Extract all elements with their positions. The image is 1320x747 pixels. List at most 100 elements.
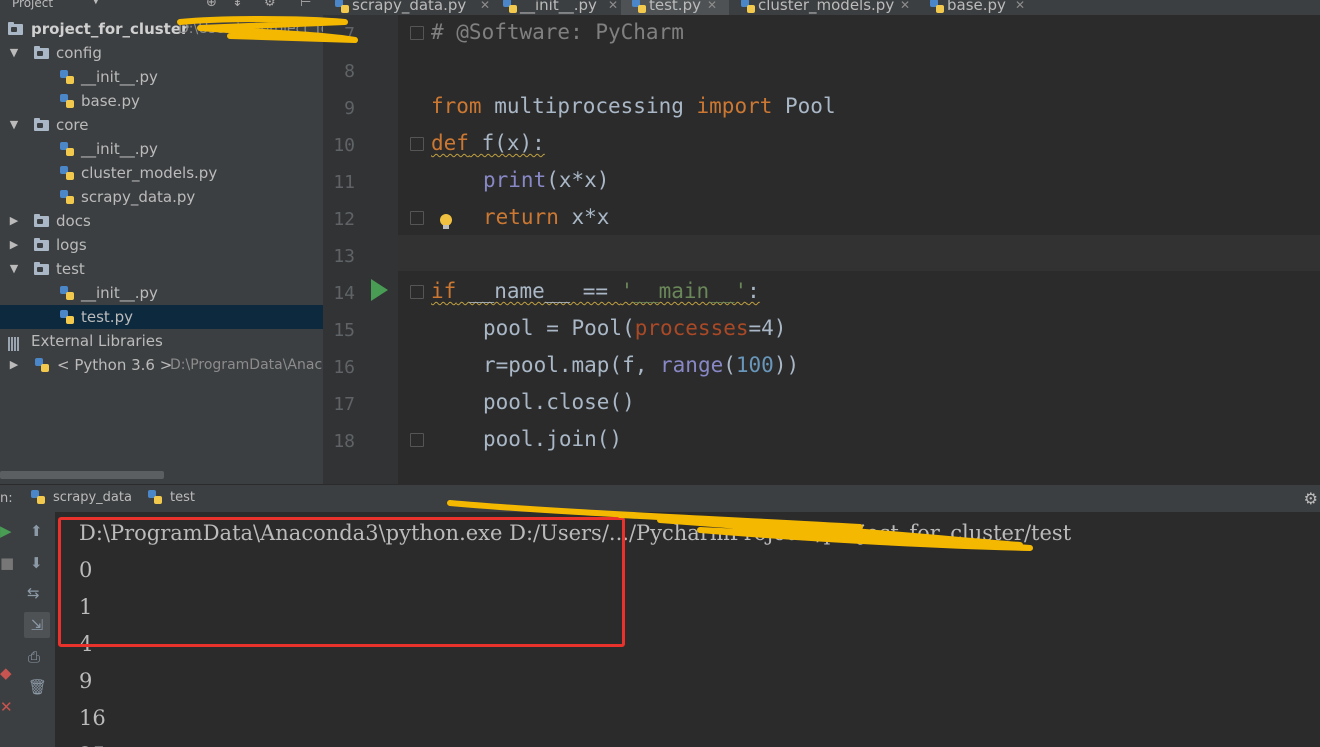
expand-arrow-icon[interactable]: ▶	[8, 233, 20, 257]
hide-panel-icon[interactable]: ⊢	[300, 0, 311, 10]
run-toolbar-left: ▶ ■ ⬆ ⬇ ⇆ ⇲ ⎙ 🗑 ◆ ✕	[0, 512, 55, 747]
python-file-icon	[59, 165, 75, 181]
expand-arrow-icon[interactable]: ▼	[8, 41, 20, 65]
keyword: return	[483, 205, 559, 229]
tree-label: test	[56, 257, 85, 281]
fold-marker-icon[interactable]	[410, 26, 424, 40]
tab-test[interactable]: test.py ✕	[621, 0, 729, 15]
code-text: x*x	[559, 205, 610, 229]
console-line: 16	[79, 706, 106, 730]
tab-label: cluster_models.py	[758, 0, 894, 11]
tree-external-libraries[interactable]: External Libraries	[0, 329, 323, 353]
tree-path: D:\ProgramData\Anaconda3	[170, 353, 323, 377]
collapse-all-icon[interactable]: ⇟	[232, 0, 243, 10]
soft-wrap-icon[interactable]: ⇆	[27, 584, 40, 602]
line-number: 15	[323, 320, 355, 341]
fold-marker-icon[interactable]	[410, 211, 424, 225]
project-panel: Project ▼ ⊕ ⇟ ⚙ ⊢ project_for_cluster D:…	[0, 0, 323, 484]
tab-label: scrapy_data.py	[352, 0, 466, 11]
python-file-icon	[929, 0, 945, 14]
close-icon[interactable]: ✕	[480, 0, 490, 11]
fold-marker-icon[interactable]	[410, 137, 424, 151]
python-file-icon	[59, 141, 75, 157]
chevron-down-icon[interactable]: ▼	[92, 0, 100, 6]
close-icon[interactable]: ✕	[900, 0, 910, 11]
close-icon[interactable]: ✕	[0, 698, 13, 716]
expand-arrow-icon[interactable]: ▼	[8, 113, 20, 137]
tree-folder-logs[interactable]: ▶ logs	[0, 233, 323, 257]
rerun-icon[interactable]: ▶	[0, 522, 12, 540]
tab-label: base.py	[947, 0, 1006, 11]
tab-scrapy-data[interactable]: scrapy_data.py ✕	[334, 0, 494, 15]
expand-arrow-icon[interactable]: ▼	[8, 257, 20, 281]
project-panel-title[interactable]: Project	[12, 0, 53, 10]
tree-folder-docs[interactable]: ▶ docs	[0, 209, 323, 233]
folder-icon	[34, 264, 49, 275]
builtin: range	[660, 353, 723, 377]
editor-tab-bar: scrapy_data.py ✕ __init__.py ✕ test.py ✕…	[323, 0, 1320, 15]
code-line-11: print(x*x)	[483, 168, 609, 192]
expand-arrow-icon[interactable]: ▶	[8, 353, 20, 377]
scroll-to-end-icon[interactable]: ⇲	[24, 612, 50, 638]
string: '__main__'	[621, 279, 747, 303]
current-line-highlight	[323, 235, 1320, 271]
gear-icon[interactable]: ⚙	[264, 0, 276, 10]
fold-marker-icon[interactable]	[410, 433, 424, 447]
run-icon[interactable]	[371, 279, 388, 301]
python-file-icon	[59, 309, 75, 325]
tree-file[interactable]: __init__.py	[0, 137, 323, 161]
close-icon[interactable]: ✕	[707, 0, 717, 11]
tree-label: scrapy_data.py	[81, 185, 195, 209]
python-file-icon	[30, 489, 46, 505]
tree-label: External Libraries	[31, 329, 163, 353]
code-text: ))	[774, 353, 799, 377]
fold-marker-icon[interactable]	[410, 285, 424, 299]
python-file-icon	[740, 0, 756, 14]
tree-file[interactable]: __init__.py	[0, 281, 323, 305]
tree-file[interactable]: scrapy_data.py	[0, 185, 323, 209]
target-icon[interactable]: ⊕	[206, 0, 217, 10]
expand-arrow-icon[interactable]: ▶	[8, 209, 20, 233]
tree-python-sdk[interactable]: ▶ < Python 3.6 > D:\ProgramData\Anaconda…	[0, 353, 323, 377]
line-number: 11	[323, 172, 355, 193]
tree-file[interactable]: cluster_models.py	[0, 161, 323, 185]
code-line-10: def f(x):	[431, 131, 545, 155]
tree-file[interactable]: base.py	[0, 89, 323, 113]
tree-label: __init__.py	[81, 65, 158, 89]
trash-icon[interactable]: 🗑	[28, 678, 47, 696]
horizontal-scrollbar[interactable]	[0, 471, 164, 479]
close-icon[interactable]: ✕	[1015, 0, 1025, 11]
code-editor[interactable]: 7 8 9 10 11 12 13 14 15 16 17 18 # @Soft…	[323, 15, 1320, 485]
import-name: Pool	[772, 94, 835, 118]
tab-base[interactable]: base.py ✕	[929, 0, 1034, 15]
editor-gutter: 7 8 9 10 11 12 13 14 15 16 17 18	[323, 15, 398, 485]
arrow-down-icon[interactable]: ⬇	[30, 554, 43, 572]
run-tab-label: test	[170, 490, 195, 505]
line-number: 8	[323, 61, 355, 82]
tree-folder-test[interactable]: ▼ test	[0, 257, 323, 281]
lightbulb-icon[interactable]	[440, 214, 452, 226]
tree-root[interactable]: project_for_cluster D:\Users\...\project…	[0, 17, 323, 41]
number: 100	[736, 353, 774, 377]
line-number: 7	[323, 24, 355, 45]
line-number: 9	[323, 98, 355, 119]
gear-icon[interactable]: ⚙	[1304, 489, 1318, 508]
stop-icon[interactable]: ■	[0, 554, 14, 572]
tree-file-selected[interactable]: test.py	[0, 305, 323, 329]
tab-init[interactable]: __init__.py ✕	[502, 0, 622, 15]
tree-folder-config[interactable]: ▼ config	[0, 41, 323, 65]
tree-folder-core[interactable]: ▼ core	[0, 113, 323, 137]
code-text: pool.close()	[483, 390, 635, 414]
arrow-up-icon[interactable]: ⬆	[30, 522, 43, 540]
print-icon[interactable]: ⎙	[28, 648, 40, 666]
pin-icon[interactable]: ◆	[0, 664, 12, 682]
tree-label: __init__.py	[81, 281, 158, 305]
close-icon[interactable]: ✕	[608, 0, 618, 11]
tab-cluster-models[interactable]: cluster_models.py ✕	[740, 0, 920, 15]
tree-file[interactable]: __init__.py	[0, 65, 323, 89]
python-file-icon	[59, 93, 75, 109]
python-file-icon	[147, 489, 163, 505]
python-file-icon	[34, 357, 50, 373]
tree-label: cluster_models.py	[81, 161, 217, 185]
code-text: (x*x)	[546, 168, 609, 192]
